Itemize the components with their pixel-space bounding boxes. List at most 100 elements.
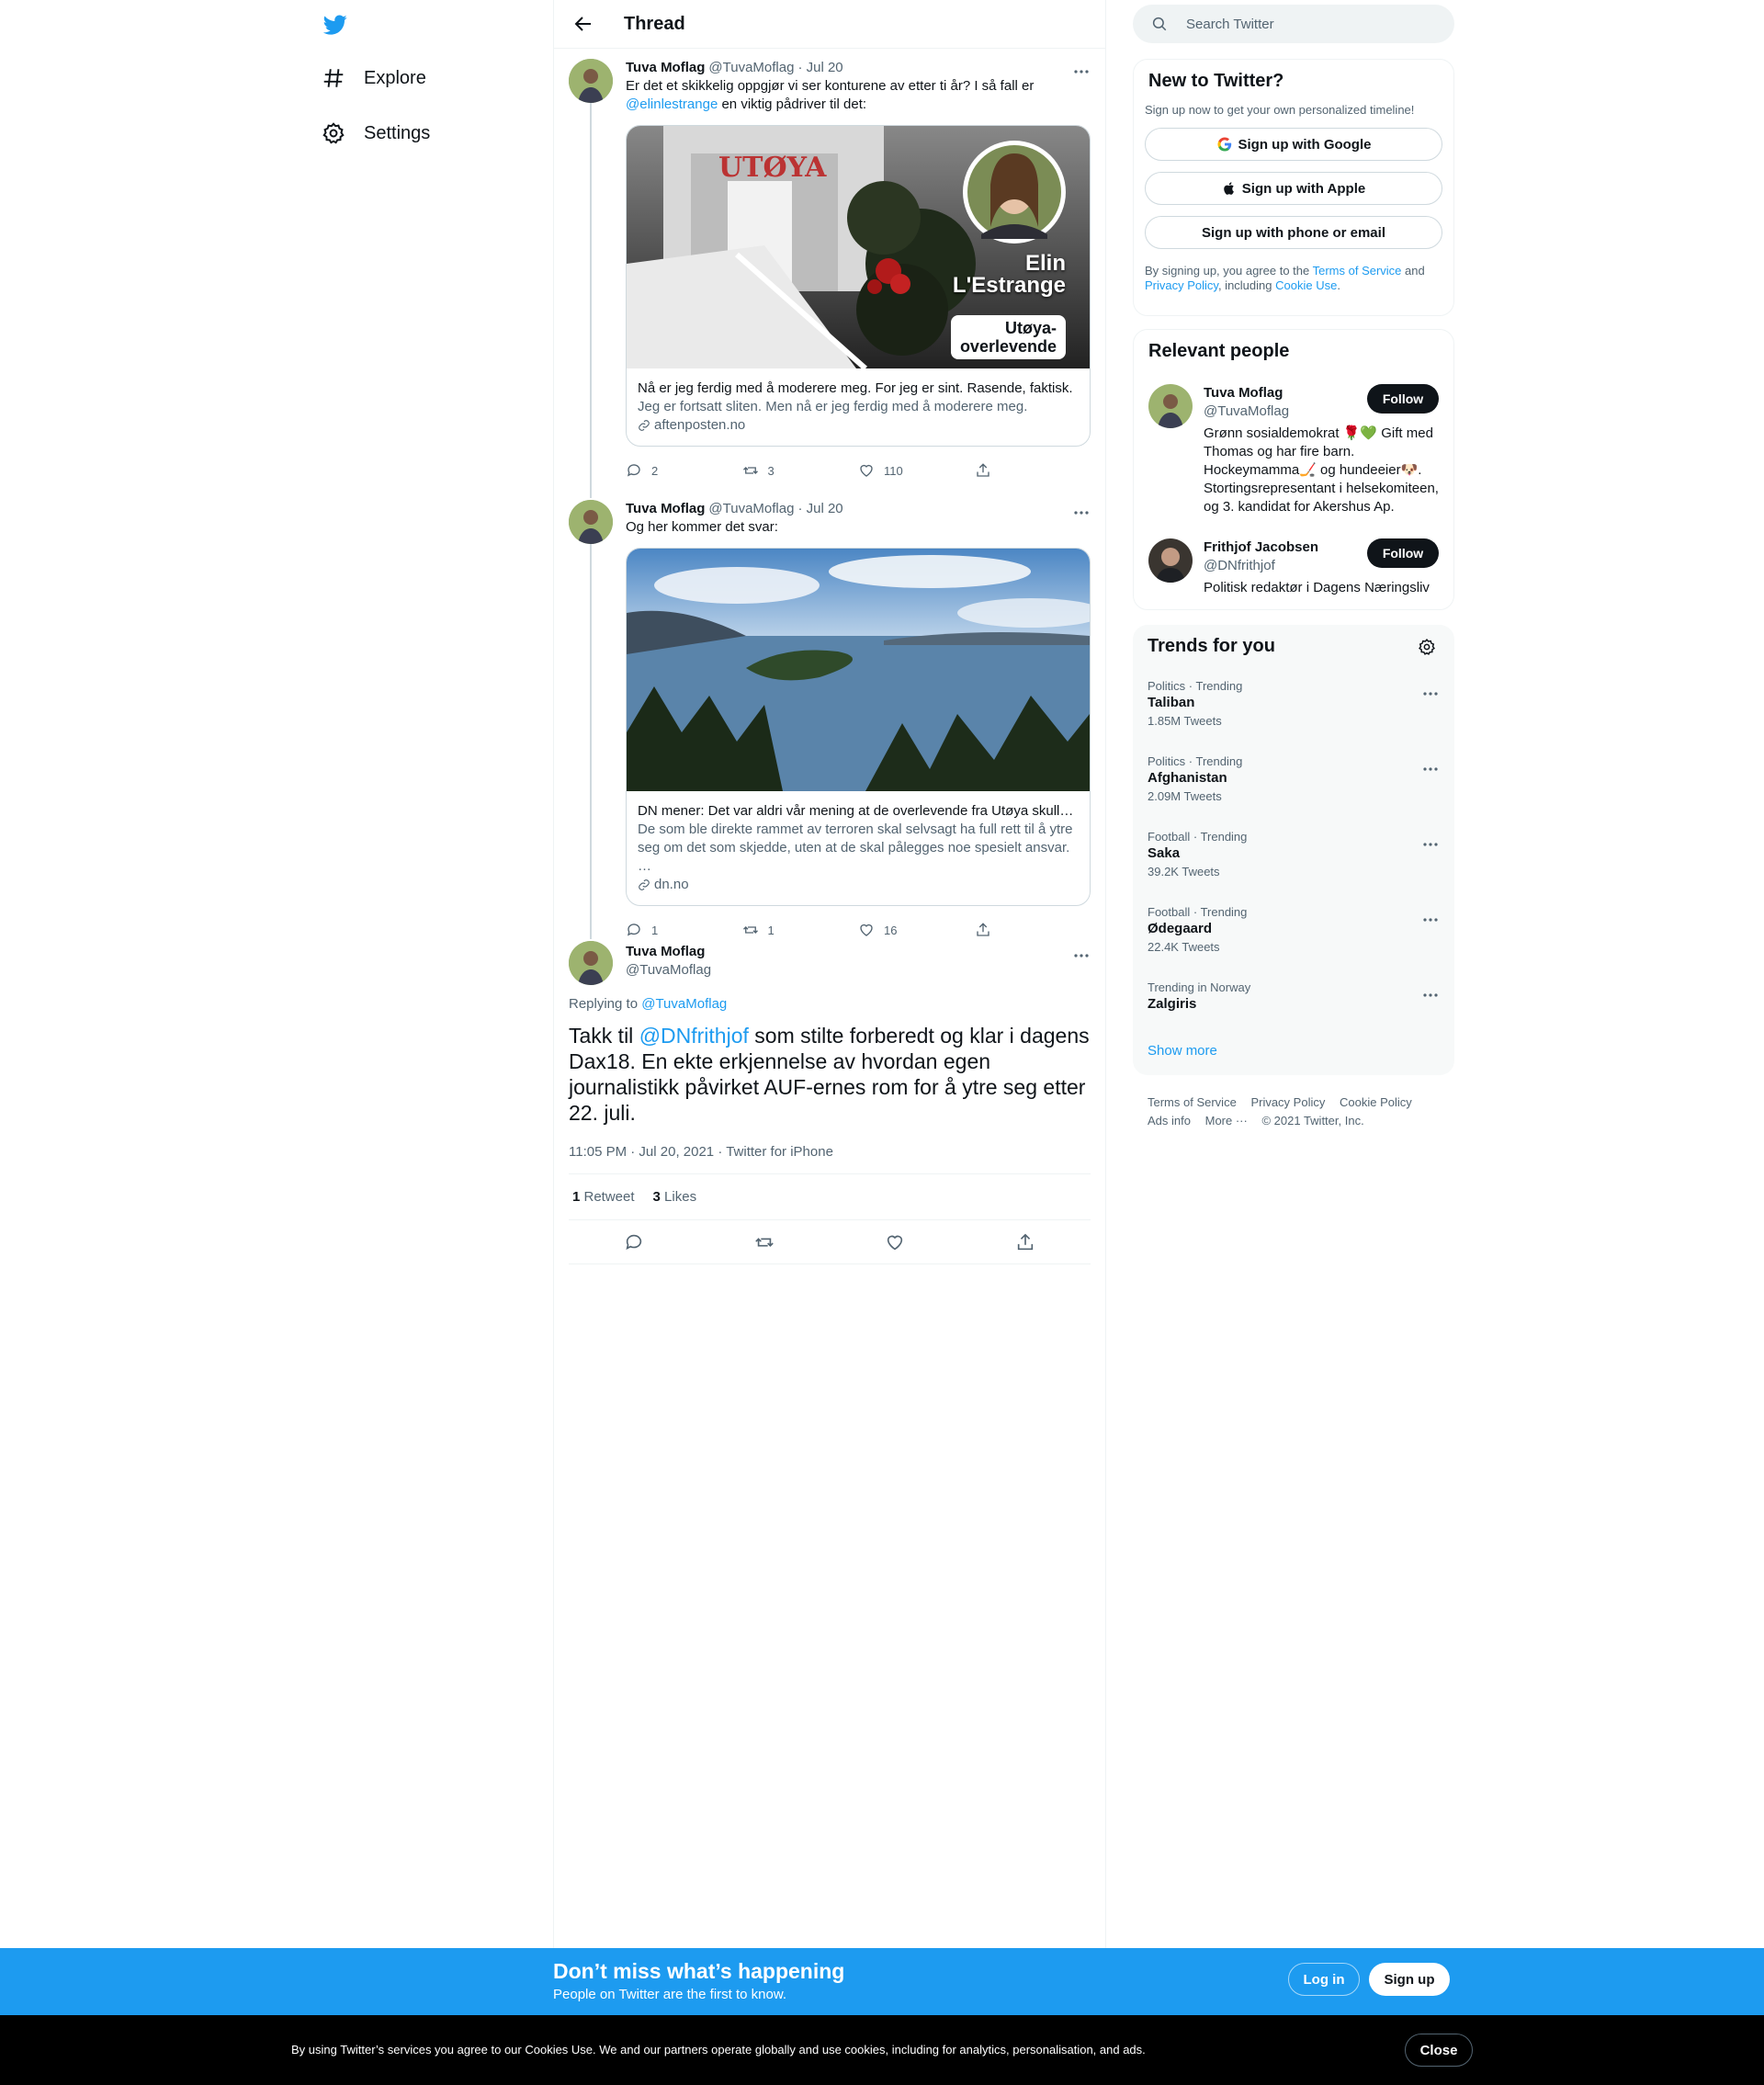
overlay-tag-2: overlevende: [959, 337, 1057, 356]
trend-item[interactable]: Football · Trending Ødegaard 22.4K Tweet…: [1133, 894, 1454, 969]
avatar[interactable]: [569, 941, 613, 985]
nav-explore[interactable]: Explore: [322, 66, 426, 90]
card-image: [627, 549, 1090, 791]
trend-category: Trending in Norway: [1148, 980, 1251, 994]
close-button[interactable]: Close: [1405, 2034, 1473, 2067]
more-options-icon[interactable]: [1421, 986, 1440, 1004]
likes-stat[interactable]: 3 Likes: [653, 1189, 697, 1205]
more-options-icon[interactable]: [1421, 760, 1440, 778]
signup-button[interactable]: Sign up: [1369, 1963, 1450, 1996]
trend-name: Afghanistan: [1148, 770, 1227, 786]
more-options-icon[interactable]: [1421, 835, 1440, 854]
share-button[interactable]: [975, 462, 1091, 479]
tweet-author-handle[interactable]: @TuvaMoflag: [708, 59, 794, 77]
tweet-actions: 2 3 110: [626, 456, 1091, 485]
avatar[interactable]: [1148, 384, 1193, 428]
heart-icon[interactable]: [885, 1232, 905, 1252]
nav-explore-label: Explore: [364, 67, 426, 88]
nav-settings-label: Settings: [364, 122, 431, 143]
like-button[interactable]: 110: [858, 462, 975, 479]
signup-google-label: Sign up with Google: [1238, 136, 1372, 153]
retweet-icon: [742, 926, 758, 934]
tweet-author-name[interactable]: Tuva Moflag: [626, 500, 705, 518]
avatar[interactable]: [1148, 538, 1193, 583]
like-button[interactable]: 16: [858, 922, 975, 938]
trend-item[interactable]: Politics · Trending Taliban 1.85M Tweets: [1133, 668, 1454, 743]
more-options-icon[interactable]: [1072, 504, 1091, 522]
link-card[interactable]: UTØYA Elin L'Estrange Utøya- overlevende: [626, 125, 1091, 447]
like-count: 110: [884, 463, 903, 478]
mention-link[interactable]: @DNfrithjof: [639, 1024, 749, 1048]
overlay-tag-1: Utøya-: [1004, 319, 1057, 337]
share-button[interactable]: [975, 922, 1091, 938]
card-description: Jeg er fortsatt sliten. Men nå er jeg fe…: [638, 399, 1028, 414]
footer-cookie[interactable]: Cookie Policy: [1340, 1095, 1412, 1109]
tweet-author-handle[interactable]: @TuvaMoflag: [626, 961, 1091, 980]
tweet-timestamp[interactable]: 11:05 PM · Jul 20, 2021 · Twitter for iP…: [569, 1144, 1091, 1174]
nav-settings[interactable]: Settings: [322, 121, 430, 145]
retweet-button[interactable]: 1: [742, 922, 859, 938]
back-arrow-icon[interactable]: [572, 13, 594, 35]
link-icon: [639, 420, 650, 431]
link-card[interactable]: DN mener: Det var aldri vår mening at de…: [626, 548, 1091, 906]
retweet-button[interactable]: 3: [742, 462, 859, 479]
settings-gear-icon[interactable]: [1418, 638, 1436, 656]
follow-button[interactable]: Follow: [1367, 384, 1439, 414]
avatar[interactable]: [569, 500, 613, 544]
legal-text-2: and: [1401, 264, 1425, 278]
follow-button[interactable]: Follow: [1367, 538, 1439, 568]
banner-subtitle: People on Twitter are the first to know.: [553, 1987, 787, 2002]
more-options-icon[interactable]: [1072, 946, 1091, 965]
relevant-people-title: Relevant people: [1148, 341, 1290, 361]
person-card[interactable]: Tuva Moflag @TuvaMoflag Grønn sosialdemo…: [1134, 373, 1453, 527]
login-button[interactable]: Log in: [1288, 1963, 1360, 1996]
share-icon[interactable]: [1015, 1232, 1035, 1252]
privacy-link[interactable]: Privacy Policy: [1145, 278, 1218, 292]
trend-item[interactable]: Trending in Norway Zalgiris: [1133, 969, 1454, 1028]
card-title: Nå er jeg ferdig med å moderere meg. For…: [638, 380, 1073, 396]
retweets-stat[interactable]: 1 Retweet: [572, 1189, 635, 1205]
tweet-date[interactable]: · Jul 20: [797, 59, 842, 77]
footer-terms[interactable]: Terms of Service: [1148, 1095, 1237, 1109]
retweets-label: Retweet: [580, 1189, 635, 1205]
tweet-author-handle[interactable]: @TuvaMoflag: [708, 500, 794, 518]
signup-apple-button[interactable]: Sign up with Apple: [1145, 172, 1442, 205]
more-options-icon[interactable]: [1421, 685, 1440, 703]
terms-link[interactable]: Terms of Service: [1313, 264, 1402, 278]
mention-link[interactable]: @elinlestrange: [626, 96, 718, 112]
footer-links: Terms of Service Privacy Policy Cookie P…: [1148, 1093, 1442, 1130]
retweet-count: 1: [767, 923, 775, 937]
cookie-text: By using Twitter’s services you agree to…: [291, 2043, 1146, 2057]
more-options-icon[interactable]: [1421, 911, 1440, 929]
signup-phone-button[interactable]: Sign up with phone or email: [1145, 216, 1442, 249]
footer-privacy[interactable]: Privacy Policy: [1250, 1095, 1325, 1109]
signup-google-button[interactable]: Sign up with Google: [1145, 128, 1442, 161]
tweet-text-before: Takk til: [569, 1024, 639, 1048]
thread-tweet[interactable]: Tuva Moflag @TuvaMoflag · Jul 20 Er det …: [554, 59, 1105, 485]
tweet-author-name[interactable]: Tuva Moflag: [626, 59, 705, 77]
reply-button[interactable]: 1: [626, 922, 742, 938]
trend-item[interactable]: Football · Trending Saka 39.2K Tweets: [1133, 819, 1454, 894]
footer-ads[interactable]: Ads info: [1148, 1114, 1191, 1127]
thread-tweet[interactable]: Tuva Moflag @TuvaMoflag · Jul 20 Og her …: [554, 500, 1105, 945]
retweet-icon[interactable]: [754, 1232, 775, 1252]
twitter-logo-icon[interactable]: [322, 13, 349, 37]
hashtag-icon: [323, 69, 344, 87]
tweet-date[interactable]: · Jul 20: [797, 500, 842, 518]
reply-icon[interactable]: [624, 1232, 644, 1252]
trend-count: 39.2K Tweets: [1148, 865, 1220, 878]
show-more-link[interactable]: Show more: [1133, 1028, 1454, 1073]
cookie-link[interactable]: Cookie Use: [1275, 278, 1337, 292]
footer-copyright: © 2021 Twitter, Inc.: [1261, 1114, 1364, 1127]
tweet-text-after: en viktig pådriver til det:: [718, 96, 867, 112]
trend-item[interactable]: Politics · Trending Afghanistan 2.09M Tw…: [1133, 743, 1454, 819]
reply-button[interactable]: 2: [626, 462, 742, 479]
replying-to-link[interactable]: @TuvaMoflag: [641, 996, 727, 1012]
tweet-author-name[interactable]: Tuva Moflag: [626, 943, 1091, 961]
more-options-icon[interactable]: [1072, 62, 1091, 81]
footer-more[interactable]: More ···: [1205, 1114, 1248, 1127]
trend-category: Football · Trending: [1148, 905, 1248, 919]
search-input[interactable]: Search Twitter: [1133, 5, 1454, 43]
person-card[interactable]: Frithjof Jacobsen @DNfrithjof Politisk r…: [1134, 527, 1453, 608]
avatar[interactable]: [569, 59, 613, 103]
